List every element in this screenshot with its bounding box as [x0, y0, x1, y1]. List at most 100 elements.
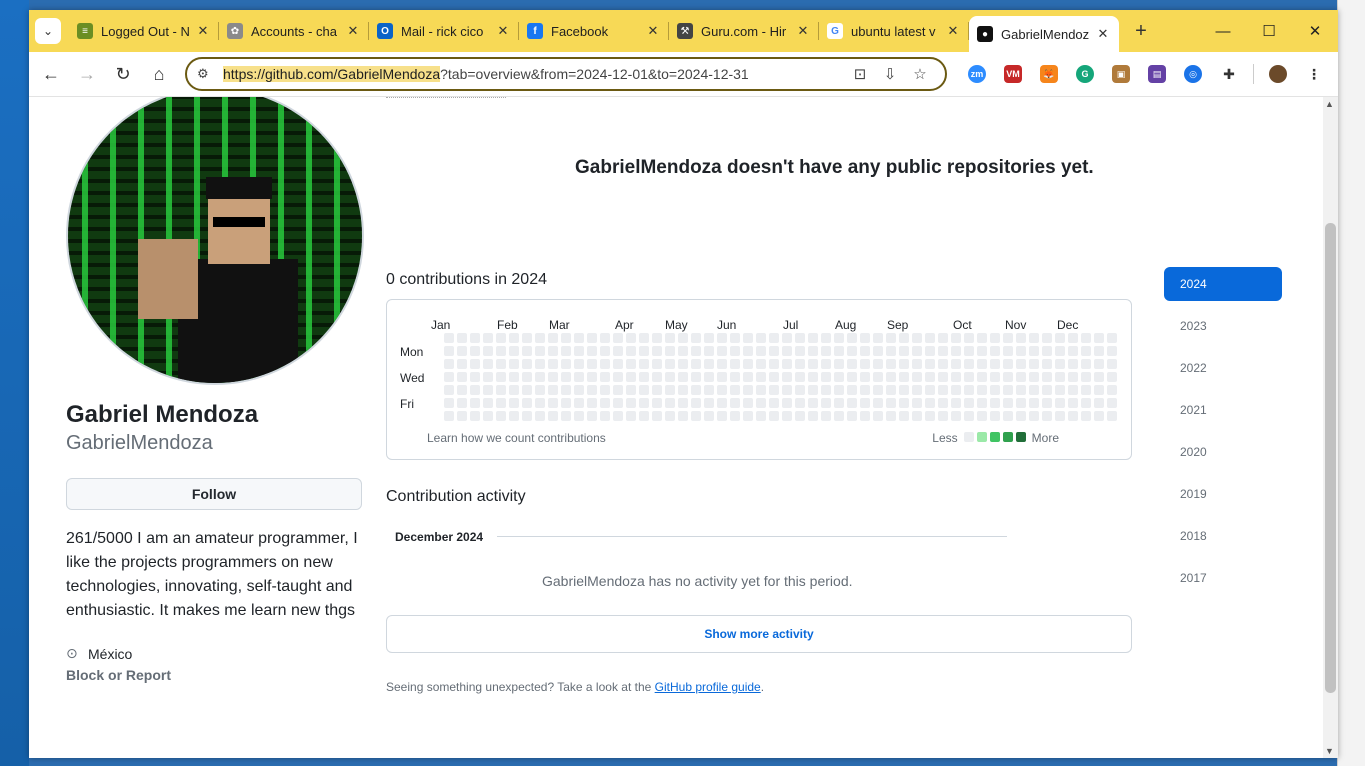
contribution-day-cell[interactable] [1094, 398, 1104, 408]
contribution-day-cell[interactable] [847, 333, 857, 343]
maximize-button[interactable]: ☐ [1246, 10, 1292, 52]
contribution-day-cell[interactable] [860, 385, 870, 395]
contribution-day-cell[interactable] [795, 385, 805, 395]
contribution-day-cell[interactable] [912, 411, 922, 421]
contribution-day-cell[interactable] [561, 372, 571, 382]
contribution-day-cell[interactable] [457, 359, 467, 369]
contribution-day-cell[interactable] [600, 333, 610, 343]
contribution-day-cell[interactable] [951, 385, 961, 395]
contribution-day-cell[interactable] [626, 359, 636, 369]
contribution-day-cell[interactable] [899, 359, 909, 369]
close-tab-icon[interactable]: ✕ [645, 23, 661, 39]
contribution-day-cell[interactable] [691, 398, 701, 408]
metamask-extension-icon[interactable]: 🦊 [1031, 56, 1067, 92]
contribution-day-cell[interactable] [912, 385, 922, 395]
contribution-day-cell[interactable] [704, 359, 714, 369]
browser-tab[interactable]: ⚒ Guru.com - Hir ✕ [669, 10, 819, 52]
contribution-day-cell[interactable] [925, 333, 935, 343]
contribution-day-cell[interactable] [496, 372, 506, 382]
contribution-day-cell[interactable] [535, 346, 545, 356]
contribution-day-cell[interactable] [535, 372, 545, 382]
contribution-day-cell[interactable] [795, 372, 805, 382]
contribution-day-cell[interactable] [1068, 333, 1078, 343]
contribution-day-cell[interactable] [1107, 333, 1117, 343]
contribution-day-cell[interactable] [886, 372, 896, 382]
contribution-day-cell[interactable] [522, 359, 532, 369]
show-more-activity-button[interactable]: Show more activity [386, 615, 1132, 653]
contribution-day-cell[interactable] [613, 346, 623, 356]
contribution-day-cell[interactable] [808, 333, 818, 343]
contribution-day-cell[interactable] [470, 333, 480, 343]
contribution-day-cell[interactable] [626, 333, 636, 343]
contribution-day-cell[interactable] [730, 359, 740, 369]
contribution-day-cell[interactable] [704, 398, 714, 408]
contribution-day-cell[interactable] [457, 398, 467, 408]
contribution-day-cell[interactable] [1081, 411, 1091, 421]
contribution-day-cell[interactable] [925, 411, 935, 421]
contribution-day-cell[interactable] [548, 359, 558, 369]
scroll-down-arrow-icon[interactable]: ▼ [1325, 746, 1334, 756]
bookmark-star-icon[interactable]: ☆ [905, 65, 935, 83]
contribution-day-cell[interactable] [717, 346, 727, 356]
contribution-day-cell[interactable] [704, 346, 714, 356]
contribution-day-cell[interactable] [873, 372, 883, 382]
learn-contributions-link[interactable]: Learn how we count contributions [427, 431, 606, 445]
contribution-day-cell[interactable] [847, 398, 857, 408]
contribution-day-cell[interactable] [1003, 333, 1013, 343]
contribution-day-cell[interactable] [1068, 359, 1078, 369]
contribution-day-cell[interactable] [1029, 372, 1039, 382]
contribution-day-cell[interactable] [665, 359, 675, 369]
contribution-day-cell[interactable] [1107, 398, 1117, 408]
contribution-day-cell[interactable] [977, 359, 987, 369]
contribution-day-cell[interactable] [548, 398, 558, 408]
contribution-day-cell[interactable] [444, 346, 454, 356]
contribution-day-cell[interactable] [990, 346, 1000, 356]
contribution-day-cell[interactable] [548, 411, 558, 421]
contribution-day-cell[interactable] [925, 346, 935, 356]
contribution-day-cell[interactable] [613, 411, 623, 421]
contribution-day-cell[interactable] [756, 385, 766, 395]
close-tab-icon[interactable]: ✕ [1095, 26, 1111, 42]
contribution-day-cell[interactable] [639, 385, 649, 395]
contribution-day-cell[interactable] [808, 398, 818, 408]
contribution-day-cell[interactable] [795, 411, 805, 421]
contribution-day-cell[interactable] [704, 372, 714, 382]
contribution-day-cell[interactable] [769, 346, 779, 356]
contribution-day-cell[interactable] [977, 333, 987, 343]
contribution-day-cell[interactable] [808, 372, 818, 382]
contribution-day-cell[interactable] [613, 333, 623, 343]
contribution-day-cell[interactable] [756, 411, 766, 421]
contribution-day-cell[interactable] [743, 385, 753, 395]
contribution-day-cell[interactable] [730, 411, 740, 421]
install-app-icon[interactable]: ⇩ [875, 65, 905, 83]
contribution-day-cell[interactable] [1003, 346, 1013, 356]
contribution-day-cell[interactable] [678, 398, 688, 408]
contribution-day-cell[interactable] [548, 385, 558, 395]
menu-kebab-icon[interactable]: ⋮ [1296, 56, 1332, 92]
contribution-day-cell[interactable] [873, 359, 883, 369]
contribution-day-cell[interactable] [626, 372, 636, 382]
contribution-day-cell[interactable] [977, 372, 987, 382]
contribution-day-cell[interactable] [834, 372, 844, 382]
year-link-2021[interactable]: 2021 [1164, 393, 1282, 427]
year-link-2024[interactable]: 2024 [1164, 267, 1282, 301]
contribution-day-cell[interactable] [457, 385, 467, 395]
contribution-day-cell[interactable] [899, 333, 909, 343]
contribution-day-cell[interactable] [704, 411, 714, 421]
browser-tab[interactable]: Gubuntu latest v ✕ [819, 10, 969, 52]
contribution-day-cell[interactable] [483, 372, 493, 382]
contribution-day-cell[interactable] [795, 359, 805, 369]
contribution-day-cell[interactable] [756, 398, 766, 408]
contribution-day-cell[interactable] [548, 346, 558, 356]
contribution-day-cell[interactable] [561, 411, 571, 421]
contribution-day-cell[interactable] [457, 411, 467, 421]
contribution-day-cell[interactable] [561, 346, 571, 356]
contribution-day-cell[interactable] [743, 359, 753, 369]
contribution-day-cell[interactable] [873, 411, 883, 421]
contribution-day-cell[interactable] [886, 333, 896, 343]
contribution-day-cell[interactable] [808, 411, 818, 421]
contribution-day-cell[interactable] [1042, 359, 1052, 369]
contribution-day-cell[interactable] [964, 385, 974, 395]
close-tab-icon[interactable]: ✕ [495, 23, 511, 39]
contribution-day-cell[interactable] [1081, 385, 1091, 395]
